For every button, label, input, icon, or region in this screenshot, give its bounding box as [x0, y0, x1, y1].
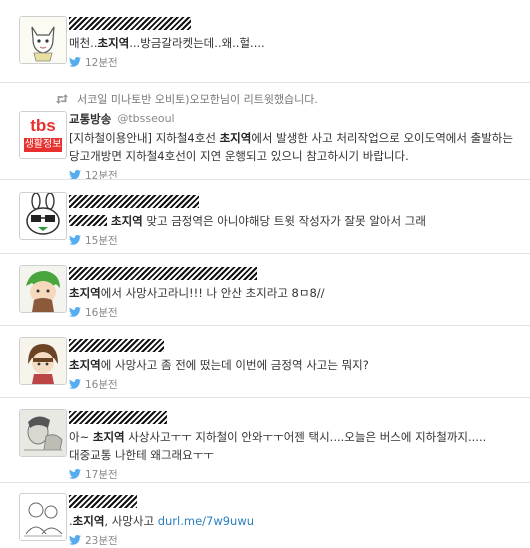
- glasses-rabbit-avatar-icon: [20, 193, 66, 239]
- redacted-mention[interactable]: [69, 215, 107, 226]
- twitter-bird-icon: [69, 57, 81, 67]
- brown-hair-character-avatar-icon: [20, 338, 66, 384]
- redacted-display-name[interactable]: [69, 411, 167, 424]
- tweet-item[interactable]: 초지역에 사망사고 좀 전에 떴는데 이번에 금정역 사고는 뭐지? 16분전: [0, 325, 530, 397]
- tweet-text: .초지역, 사망사고 durl.me/7w9uwu: [69, 512, 514, 530]
- tweet-timestamp[interactable]: 16분전: [85, 305, 118, 320]
- highlighted-keyword: 초지역: [69, 286, 101, 300]
- redacted-display-name[interactable]: [69, 267, 257, 280]
- display-name[interactable]: 교통방송: [69, 111, 111, 127]
- tweet-text: 초지역 맞고 금정역은 아니야해당 트윗 작성자가 잘못 알아서 그래: [69, 212, 514, 230]
- tweet-text: 초지역에 사망사고 좀 전에 떴는데 이번에 금정역 사고는 뭐지?: [69, 356, 514, 374]
- highlighted-keyword: 초지역: [97, 36, 130, 50]
- tweet-item[interactable]: 초지역 맞고 금정역은 아니야해당 트윗 작성자가 잘못 알아서 그래 15분전: [0, 179, 530, 253]
- tweet-text-segment: [지하철이용안내] 지하철4호선: [69, 131, 220, 145]
- redacted-display-name[interactable]: [69, 495, 137, 508]
- tweet-item[interactable]: 아~ 초지역 사상사고ㅜㅜ 지하철이 안와ㅜㅜ어젠 택시....오늘은 버스에 …: [0, 397, 530, 482]
- tweet-text-segment: 매천..: [69, 36, 98, 50]
- retweet-note: 서코일 미나토반 오비토)오모한님이 리트윗했습니다.: [55, 91, 318, 107]
- twitter-bird-icon: [69, 535, 81, 545]
- tweet-timeline: 매천..초지역...방금갈라켓는데..왜..헐.... 12분전 서코일 미나토…: [0, 0, 530, 548]
- twitter-bird-icon: [69, 307, 81, 317]
- twitter-bird-icon: [69, 235, 81, 245]
- avatar[interactable]: [19, 16, 67, 64]
- tweet-text-segment: 에 사망사고 좀 전에 떴는데 이번에 금정역 사고는 뭐지?: [100, 358, 369, 372]
- tweet-item[interactable]: .초지역, 사망사고 durl.me/7w9uwu 23분전: [0, 482, 530, 548]
- redacted-display-name[interactable]: [69, 195, 199, 208]
- retweet-icon: [55, 94, 69, 104]
- twitter-bird-icon: [69, 379, 81, 389]
- tweet-text: [지하철이용안내] 지하철4호선 초지역에서 발생한 사고 처리작업으로 오이도…: [69, 129, 514, 165]
- redacted-display-name[interactable]: [69, 17, 191, 30]
- tweet-text-segment: , 사망사고: [104, 514, 158, 528]
- redacted-display-name[interactable]: [69, 339, 164, 352]
- tweet-text-segment: 맞고 금정역은 아니야해당 트윗 작성자가 잘못 알아서 그래: [142, 214, 426, 228]
- tweet-text-segment: ...방금갈라켓는데..왜..헐....: [129, 36, 265, 50]
- tweet-item[interactable]: 서코일 미나토반 오비토)오모한님이 리트윗했습니다. tbs 생활정보 교통방…: [0, 82, 530, 182]
- tweet-timestamp[interactable]: 23분전: [85, 533, 118, 548]
- sketch-photo-avatar-icon: [20, 410, 66, 456]
- avatar[interactable]: [19, 192, 67, 240]
- avatar[interactable]: [19, 337, 67, 385]
- green-hair-character-avatar-icon: [20, 266, 66, 312]
- avatar[interactable]: [19, 493, 67, 541]
- user-handle[interactable]: @tbsseoul: [117, 112, 174, 125]
- highlighted-keyword: 초지역: [69, 358, 101, 372]
- tweet-timestamp[interactable]: 17분전: [85, 467, 118, 482]
- tweet-text: 매천..초지역...방금갈라켓는데..왜..헐....: [69, 34, 514, 52]
- highlighted-keyword: 초지역: [72, 514, 105, 528]
- line-drawing-avatar-icon: [20, 494, 66, 540]
- tweet-text: 초지역에서 사망사고라니!!! 나 안산 초지라고 8ㅁ8//: [69, 284, 514, 302]
- highlighted-keyword: 초지역: [92, 430, 125, 444]
- tweet-text-segment: 사상사고ㅜㅜ 지하철이 안와ㅜㅜ어젠 택시....오늘은 버스에 지하철까지..…: [69, 430, 487, 462]
- highlighted-keyword: 초지역: [219, 131, 252, 145]
- highlighted-keyword: 초지역: [111, 214, 143, 228]
- tweet-item[interactable]: 매천..초지역...방금갈라켓는데..왜..헐.... 12분전: [0, 0, 530, 82]
- tweet-timestamp[interactable]: 12분전: [85, 55, 118, 70]
- twitter-bird-icon: [69, 469, 81, 479]
- tweet-text-segment: 에서 사망사고라니!!! 나 안산 초지라고 8ㅁ8//: [100, 286, 325, 300]
- tweet-text: 아~ 초지역 사상사고ㅜㅜ 지하철이 안와ㅜㅜ어젠 택시....오늘은 버스에 …: [69, 428, 514, 464]
- avatar[interactable]: [19, 409, 67, 457]
- tweet-timestamp[interactable]: 16분전: [85, 377, 118, 392]
- tweet-timestamp[interactable]: 15분전: [85, 233, 118, 248]
- tweet-text-segment: 아~: [69, 430, 93, 444]
- tbs-logo-icon: tbs 생활정보: [20, 112, 66, 158]
- tweet-link[interactable]: durl.me/7w9uwu: [158, 514, 254, 528]
- avatar[interactable]: tbs 생활정보: [19, 111, 67, 159]
- cartoon-cat-avatar-icon: [20, 17, 66, 63]
- avatar[interactable]: [19, 265, 67, 313]
- tweet-item[interactable]: 초지역에서 사망사고라니!!! 나 안산 초지라고 8ㅁ8// 16분전: [0, 253, 530, 325]
